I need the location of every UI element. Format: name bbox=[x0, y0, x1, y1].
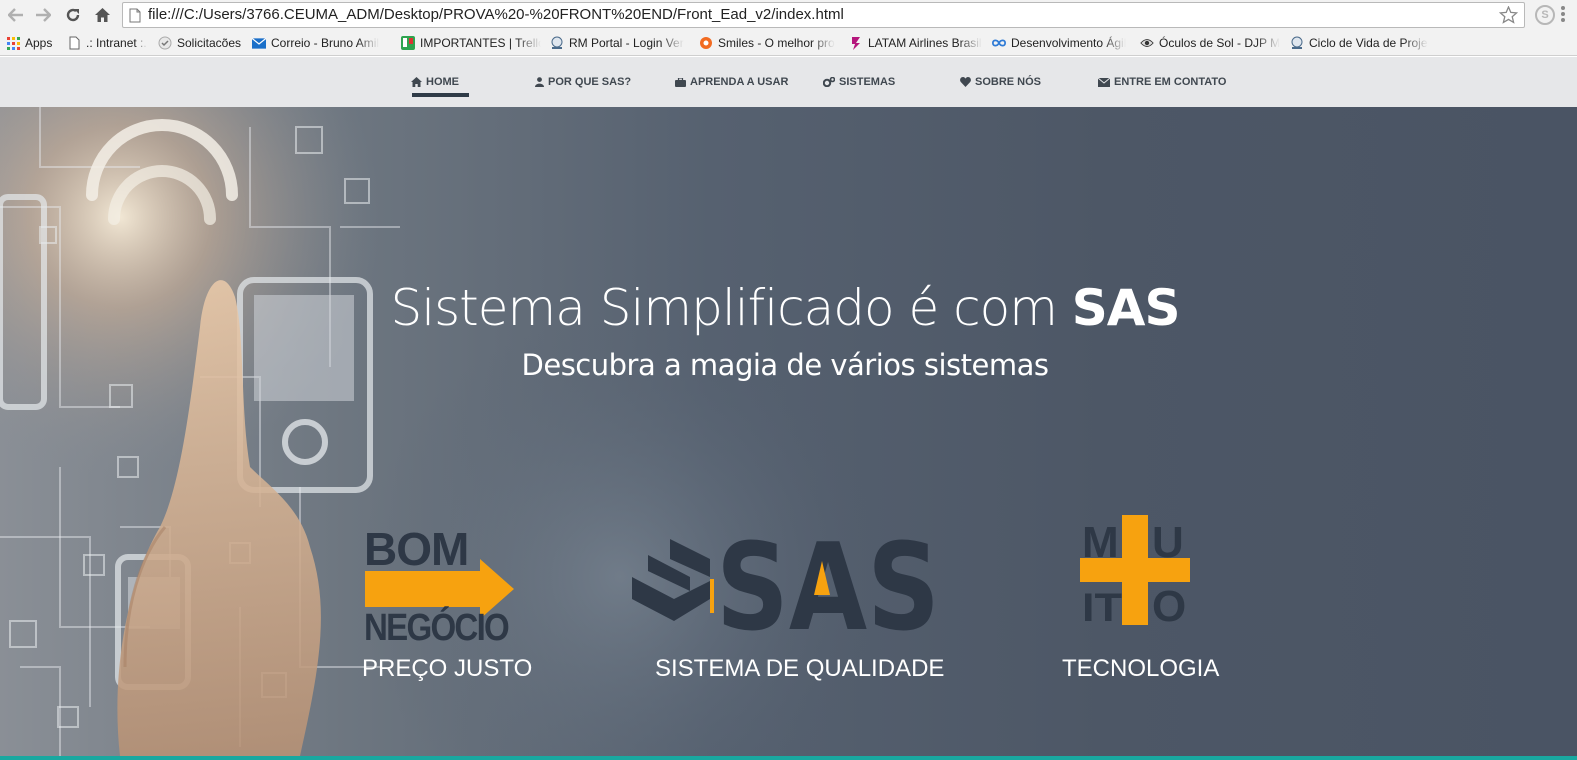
apps-grid-icon bbox=[6, 36, 20, 50]
forward-icon[interactable] bbox=[33, 5, 53, 25]
solicitacoes-icon bbox=[158, 36, 172, 50]
bookmark-label: IMPORTANTES | Trello bbox=[420, 36, 541, 50]
browser-toolbar: file:///C:/Users/3766.CEUMA_ADM/Desktop/… bbox=[0, 0, 1577, 30]
bookmark-smiles[interactable]: Smiles - O melhor pro bbox=[699, 33, 839, 53]
site-navbar: HOME POR QUE SAS? APRENDA A USAR SISTEMA… bbox=[0, 57, 1577, 107]
bookmark-label: .: Intranet :. bbox=[86, 36, 147, 50]
bookmark-oculos[interactable]: Óculos de Sol - DJP M bbox=[1140, 33, 1280, 53]
bookmark-label: Apps bbox=[25, 36, 53, 50]
bookmark-correio[interactable]: Correio - Bruno Amil bbox=[252, 33, 392, 53]
gears-icon bbox=[823, 77, 835, 87]
home-icon bbox=[411, 77, 422, 87]
rm-portal-icon bbox=[550, 36, 564, 50]
nav-label: APRENDA A USAR bbox=[690, 76, 789, 88]
nav-aprenda-a-usar[interactable]: APRENDA A USAR bbox=[675, 57, 788, 107]
bookmark-intranet[interactable]: .: Intranet :. bbox=[67, 33, 147, 53]
muito-logo-it: IT bbox=[1082, 586, 1122, 629]
bookmark-label: Smiles - O melhor pro bbox=[718, 36, 835, 50]
heart-icon bbox=[960, 77, 971, 87]
nav-label: HOME bbox=[426, 76, 459, 88]
infinity-icon bbox=[992, 36, 1006, 50]
nav-sobre-nos[interactable]: SOBRE NÓS bbox=[960, 57, 1041, 107]
nav-sistemas[interactable]: SISTEMAS bbox=[823, 57, 895, 107]
bookmark-label: RM Portal - Login Ver bbox=[569, 36, 684, 50]
envelope-icon bbox=[1098, 77, 1110, 87]
hero-subtitle: Descubra a magia de vários sistemas bbox=[521, 348, 1049, 382]
muito-logo-u: U bbox=[1152, 518, 1184, 567]
bom-negocio-logo-bottom: NEGÓCIO bbox=[364, 605, 508, 644]
bookmark-label: Desenvolvimento Ágil bbox=[1011, 36, 1127, 50]
bookmark-label: LATAM Airlines Brasil bbox=[868, 36, 982, 50]
trello-icon bbox=[401, 36, 415, 50]
bookmark-label: Solicitacões bbox=[177, 36, 242, 50]
bom-negocio-logo: BOM NEGÓCIO bbox=[364, 523, 514, 644]
feature-label-tecnologia: TECNOLOGIA bbox=[1062, 655, 1220, 682]
feature-label-preco-justo: PREÇO JUSTO bbox=[362, 655, 533, 682]
muito-plus-logo: M U IT O bbox=[1080, 515, 1190, 629]
bookmark-solicitacoes[interactable]: Solicitacões bbox=[158, 33, 244, 53]
muito-logo-o: O bbox=[1152, 582, 1186, 629]
smiles-icon bbox=[699, 36, 713, 50]
skype-letter: S bbox=[1541, 9, 1549, 21]
sas-logo-text: SAS bbox=[716, 525, 940, 635]
bookmark-rm-portal[interactable]: RM Portal - Login Ver bbox=[550, 33, 690, 53]
nav-label: SOBRE NÓS bbox=[975, 76, 1042, 88]
nav-entre-em-contato[interactable]: ENTRE EM CONTATO bbox=[1098, 57, 1226, 107]
user-icon bbox=[535, 77, 544, 87]
home-icon[interactable] bbox=[92, 5, 112, 25]
bottom-accent-bar bbox=[0, 756, 1577, 760]
address-bar[interactable]: file:///C:/Users/3766.CEUMA_ADM/Desktop/… bbox=[122, 2, 1525, 28]
nav-label: SISTEMAS bbox=[839, 76, 896, 88]
bookmark-label: Ciclo de Vida de Proje bbox=[1309, 36, 1428, 50]
bom-negocio-logo-top: BOM bbox=[364, 523, 468, 575]
bookmark-desenvolvimento[interactable]: Desenvolvimento Ágil bbox=[992, 33, 1130, 53]
hero-title-light: Sistema Simplificado é com bbox=[390, 279, 1072, 337]
chrome-menu-icon[interactable] bbox=[1561, 6, 1565, 24]
nav-active-indicator bbox=[412, 93, 469, 97]
reload-icon[interactable] bbox=[63, 5, 83, 25]
nav-label: POR QUE SAS? bbox=[548, 76, 632, 88]
hero-section: Sistema Simplificado é com SAS Descubra … bbox=[0, 107, 1577, 756]
briefcase-icon bbox=[675, 77, 686, 87]
hero-title-bold: SAS bbox=[1071, 279, 1181, 337]
nav-label: ENTRE EM CONTATO bbox=[1114, 76, 1227, 88]
bookmarks-bar: Apps .: Intranet :. Solicitacões Correio… bbox=[0, 30, 1577, 56]
latam-icon bbox=[849, 36, 863, 50]
ceuma-icon bbox=[1290, 36, 1304, 50]
sas-logo: SAS bbox=[632, 525, 940, 635]
back-icon[interactable] bbox=[6, 5, 26, 25]
star-icon[interactable] bbox=[1498, 5, 1519, 28]
bookmark-latam[interactable]: LATAM Airlines Brasil bbox=[849, 33, 989, 53]
bookmark-apps[interactable]: Apps bbox=[6, 33, 52, 53]
muito-logo-m: M bbox=[1082, 518, 1119, 567]
eye-icon bbox=[1140, 36, 1154, 50]
bookmark-trello[interactable]: IMPORTANTES | Trello bbox=[401, 33, 541, 53]
bookmark-ciclo-vida[interactable]: Ciclo de Vida de Proje bbox=[1290, 33, 1430, 53]
page-icon bbox=[129, 8, 141, 27]
bookmark-label: Correio - Bruno Amil bbox=[271, 36, 380, 50]
hero-title: Sistema Simplificado é com SAS bbox=[0, 279, 1570, 337]
mail-icon bbox=[252, 36, 266, 50]
address-url[interactable]: file:///C:/Users/3766.CEUMA_ADM/Desktop/… bbox=[148, 6, 844, 23]
feature-label-sistema-de-qualidade: SISTEMA DE QUALIDADE bbox=[655, 655, 945, 682]
skype-extension-icon[interactable]: S bbox=[1535, 5, 1555, 25]
bookmark-label: Óculos de Sol - DJP M bbox=[1159, 36, 1280, 50]
nav-por-que-sas[interactable]: POR QUE SAS? bbox=[535, 57, 631, 107]
page-icon bbox=[67, 36, 81, 50]
nav-home[interactable]: HOME bbox=[411, 57, 459, 107]
